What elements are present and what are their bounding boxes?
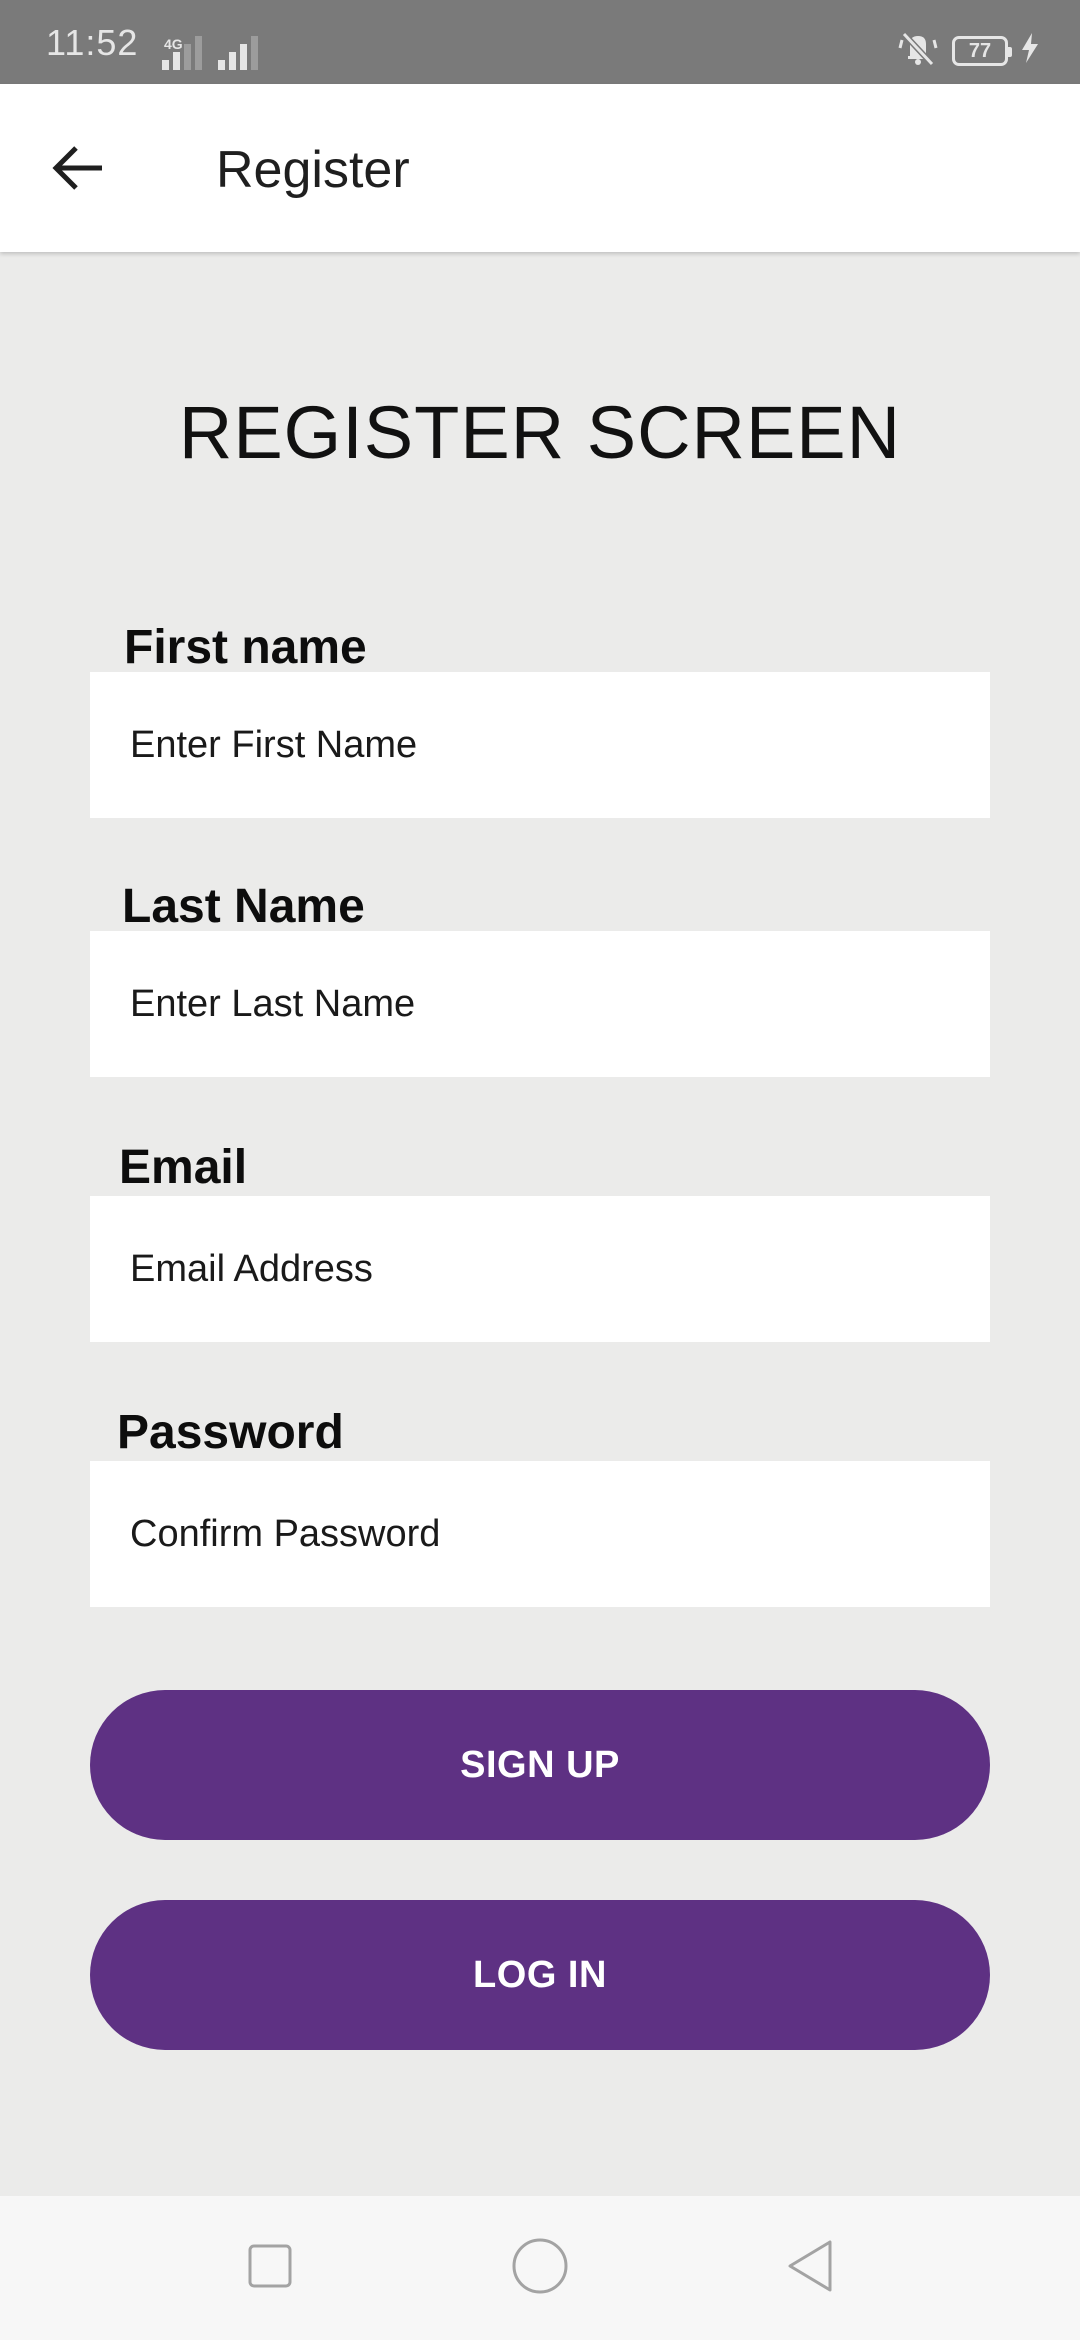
charging-bolt-icon (1020, 33, 1040, 68)
nav-recent-apps-button[interactable] (238, 2236, 302, 2300)
arrow-left-icon (50, 144, 106, 197)
back-button[interactable] (38, 130, 118, 210)
email-label: Email (119, 1141, 248, 1194)
mobile-signal-icon-2 (218, 34, 258, 70)
vibrate-mute-icon (896, 30, 940, 71)
log-in-button[interactable]: LOG IN (90, 1900, 990, 2050)
password-input[interactable] (90, 1461, 990, 1607)
app-bar: Register (0, 84, 1080, 252)
nav-home-button[interactable] (508, 2236, 572, 2300)
battery-indicator: 77 (952, 35, 1012, 66)
status-right-group: 77 (896, 30, 1040, 71)
last-name-label: Last Name (122, 880, 365, 933)
password-label: Password (117, 1406, 344, 1459)
page-title: REGISTER SCREEN (178, 391, 902, 474)
triangle-back-icon (784, 2238, 836, 2299)
email-input[interactable] (90, 1196, 990, 1342)
register-screen: 11:52 4G 77 Register REGISTER SCREEN Fir… (0, 0, 1080, 2340)
system-nav-bar (0, 2196, 1080, 2340)
square-icon (246, 2242, 294, 2295)
circle-icon (510, 2236, 570, 2301)
nav-back-button[interactable] (778, 2236, 842, 2300)
mobile-signal-icon (162, 34, 202, 70)
status-time: 11:52 (46, 22, 139, 63)
last-name-input[interactable] (90, 931, 990, 1077)
first-name-label: First name (124, 621, 367, 674)
status-bar: 11:52 4G 77 (0, 0, 1080, 84)
first-name-input[interactable] (90, 672, 990, 818)
sign-up-button[interactable]: SIGN UP (90, 1690, 990, 1840)
app-bar-title: Register (216, 141, 410, 199)
